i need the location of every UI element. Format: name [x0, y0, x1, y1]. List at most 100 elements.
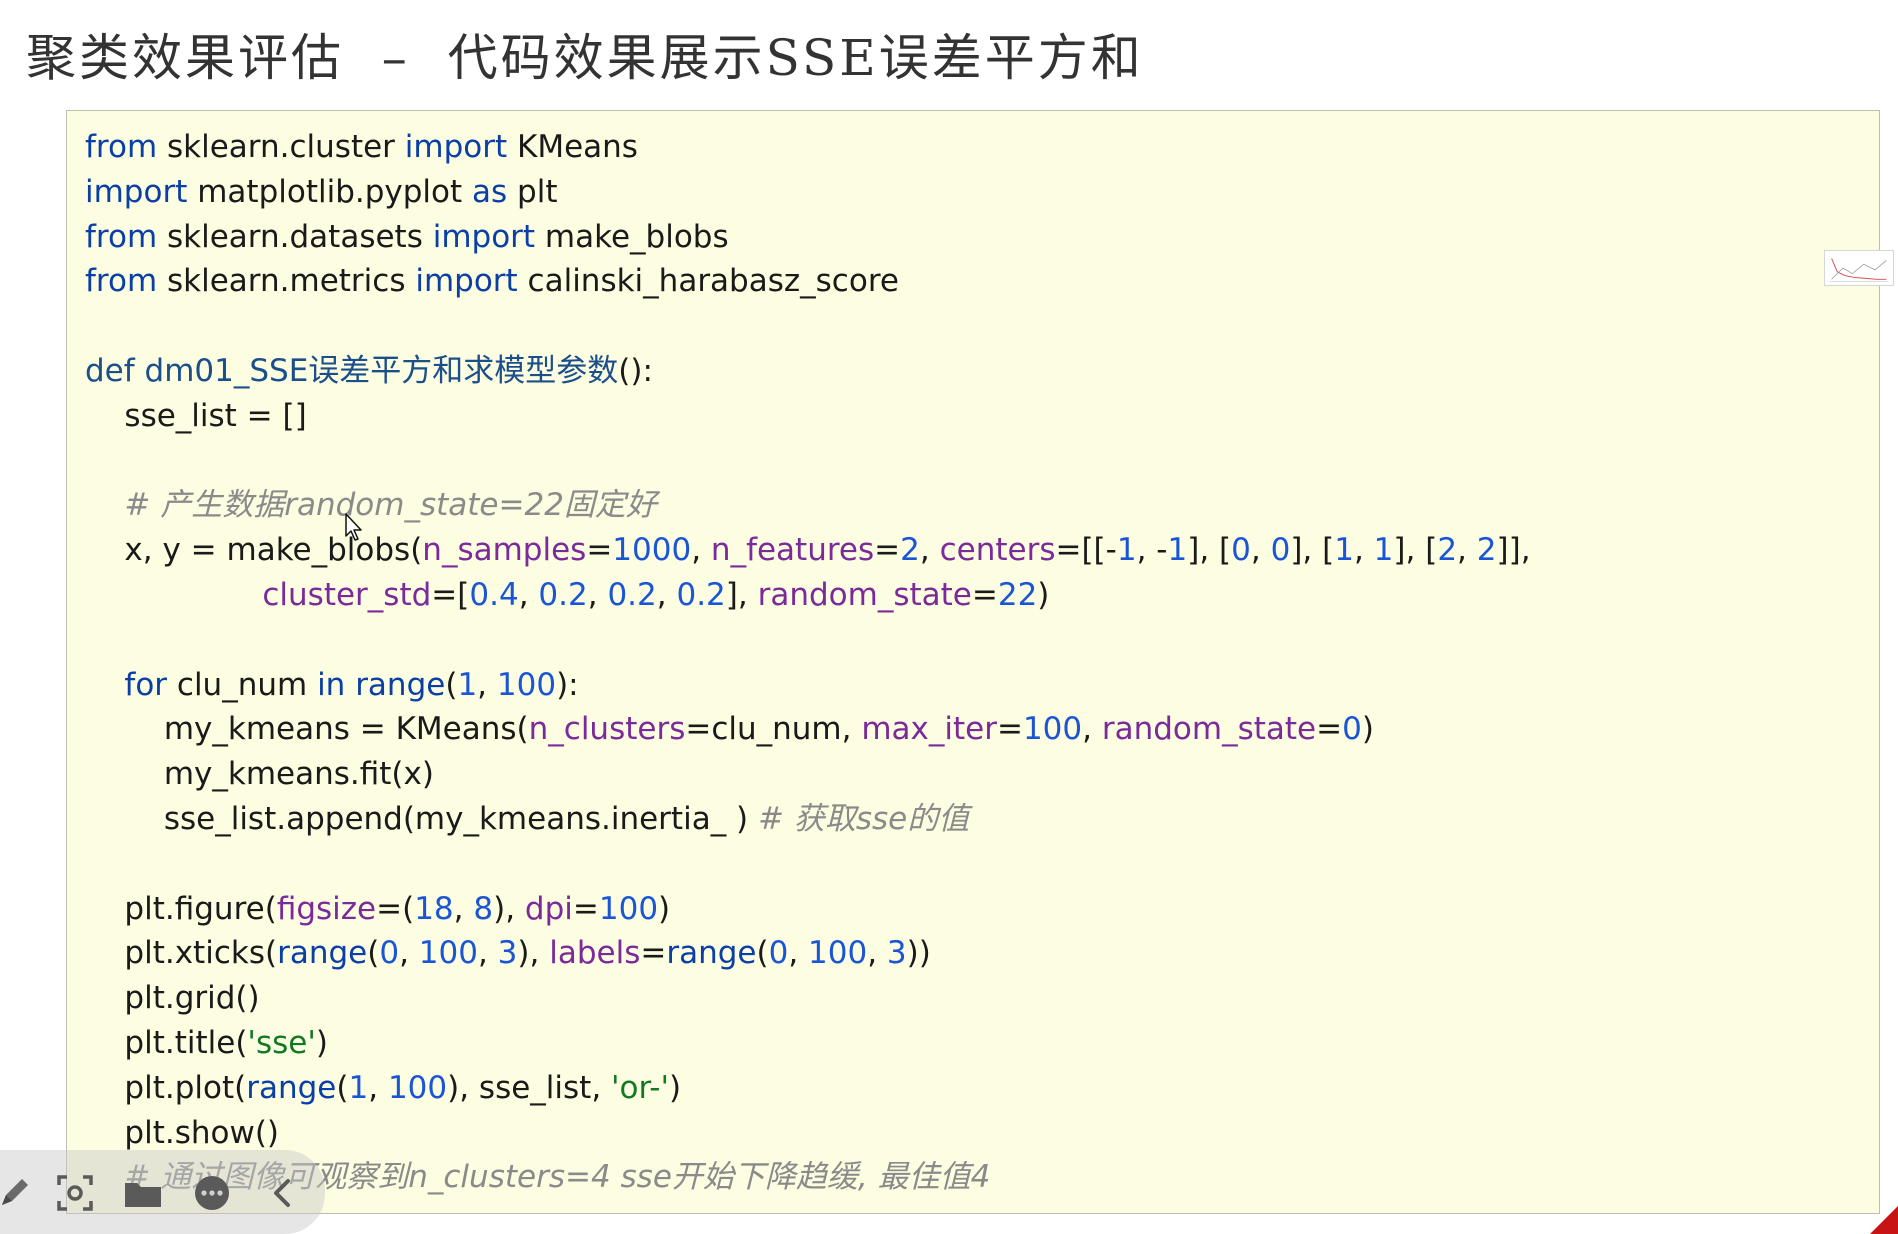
code-token: plt.title(: [85, 1024, 248, 1061]
code-token: import: [432, 218, 536, 255]
code-token: ): [315, 1024, 328, 1061]
code-token: 100: [808, 935, 868, 972]
code-token: ,: [368, 1069, 388, 1106]
collapse-toolbar-button[interactable]: [262, 1172, 306, 1214]
code-token: 0.4: [469, 576, 519, 613]
code-token: ,: [453, 890, 474, 927]
code-token: 2: [1437, 532, 1458, 569]
code-token: =[: [431, 576, 470, 613]
code-token: random_state: [1101, 711, 1317, 748]
code-token: ():: [618, 352, 653, 389]
mouse-cursor-icon: [345, 513, 362, 541]
more-options-button[interactable]: [190, 1172, 234, 1214]
pen-icon: [2, 1179, 28, 1205]
code-token: 100: [1022, 711, 1083, 748]
code-token: plt.plot(: [85, 1069, 247, 1106]
code-token: n_clusters: [528, 711, 686, 748]
code-token: ,: [867, 935, 887, 972]
code-token: sse_list = []: [85, 397, 307, 434]
code-token: ), sse_list,: [447, 1069, 612, 1106]
code-token: clu_num: [167, 666, 318, 703]
code-token: (: [445, 666, 458, 703]
code-token: 0: [1270, 532, 1291, 569]
code-token: cluster_std: [262, 576, 432, 613]
code-token: 0.2: [607, 576, 657, 613]
code-line: my_kmeans.fit(x): [85, 752, 1531, 797]
pen-tool-button[interactable]: [0, 1172, 38, 1214]
screenshot-icon: [57, 1175, 93, 1211]
code-token: import: [85, 173, 188, 210]
code-token: 1: [348, 1069, 369, 1106]
code-line: plt.xticks(range(0, 100, 3), labels=rang…: [85, 931, 1531, 976]
code-token: 1: [1167, 532, 1188, 569]
code-line: plt.title('sse'): [85, 1021, 1531, 1066]
code-token: , -: [1136, 532, 1168, 569]
code-token: 1000: [612, 532, 692, 569]
code-token: sklearn.metrics: [157, 263, 416, 300]
code-token: =: [1316, 711, 1343, 748]
code-token: 'or-': [611, 1069, 669, 1106]
code-token: plt.show(): [85, 1114, 280, 1151]
code-token: (: [756, 935, 769, 972]
code-token: ,: [477, 666, 497, 703]
code-token: plt.figure(: [85, 890, 277, 927]
code-token: centers: [939, 532, 1056, 569]
code-token: from: [85, 263, 158, 300]
code-token: 1: [1373, 532, 1394, 569]
code-token: 18: [414, 890, 454, 927]
code-token: calinski_harabasz_score: [517, 263, 899, 300]
code-token: dpi: [524, 890, 573, 927]
code-line: from sklearn.metrics import calinski_har…: [85, 259, 1531, 304]
code-token: my_kmeans = KMeans(: [85, 711, 529, 748]
more-icon: [195, 1176, 229, 1210]
screenshot-button[interactable]: [53, 1172, 97, 1214]
code-token: (: [336, 1069, 349, 1106]
code-token: 0: [768, 935, 789, 972]
code-line: cluster_std=[0.4, 0.2, 0.2, 0.2], random…: [85, 573, 1531, 618]
folder-button[interactable]: [121, 1172, 165, 1214]
code-token: ,: [477, 935, 498, 972]
code-token: 100: [496, 666, 557, 703]
code-line: my_kmeans = KMeans(n_clusters=clu_num, m…: [85, 707, 1531, 752]
code-token: sklearn.datasets: [157, 218, 433, 255]
code-token: sse_list.append(my_kmeans.inertia_ ): [85, 800, 758, 837]
code-token: n_features: [710, 532, 875, 569]
code-token: ,: [1353, 532, 1374, 569]
code-token: for: [124, 666, 168, 703]
code-token: my_kmeans.fit(x): [85, 756, 434, 793]
code-token: figsize: [276, 890, 377, 927]
code-listing: from sklearn.cluster import KMeans import…: [85, 125, 1531, 1200]
code-token: 8: [473, 890, 494, 927]
code-token: =: [971, 576, 998, 613]
code-token: ], [: [1393, 532, 1438, 569]
code-token: (: [367, 935, 380, 972]
code-token: ,: [788, 935, 809, 972]
code-token: ], [: [1187, 532, 1232, 569]
code-token: ),: [493, 890, 525, 927]
code-token: 0: [1342, 711, 1362, 748]
code-token: matplotlib.pyplot: [187, 173, 473, 210]
code-token: max_iter: [861, 711, 997, 748]
code-token: # 产生数据random_state=22固定好: [85, 487, 657, 524]
code-token: range: [666, 935, 757, 972]
code-token: ),: [517, 935, 550, 972]
code-token: range: [246, 1069, 337, 1106]
code-token: x, y = make_blobs(: [85, 532, 423, 569]
code-token: 1: [457, 666, 478, 703]
code-line: from sklearn.datasets import make_blobs: [85, 215, 1531, 260]
code-token: 0: [1231, 532, 1251, 569]
code-token: plt: [507, 173, 558, 210]
code-line: sse_list.append(my_kmeans.inertia_ ) # 获…: [85, 797, 1531, 842]
code-token: ,: [518, 576, 539, 613]
code-token: 0.2: [538, 576, 588, 613]
code-token: range: [355, 666, 446, 703]
slide-thumbnail[interactable]: [1824, 250, 1894, 286]
code-token: ): [1361, 711, 1374, 748]
code-token: =(: [376, 890, 415, 927]
collapse-icon: [274, 1179, 290, 1207]
code-token: labels: [549, 935, 641, 972]
code-token: in: [317, 666, 346, 703]
code-token: import: [404, 129, 508, 165]
